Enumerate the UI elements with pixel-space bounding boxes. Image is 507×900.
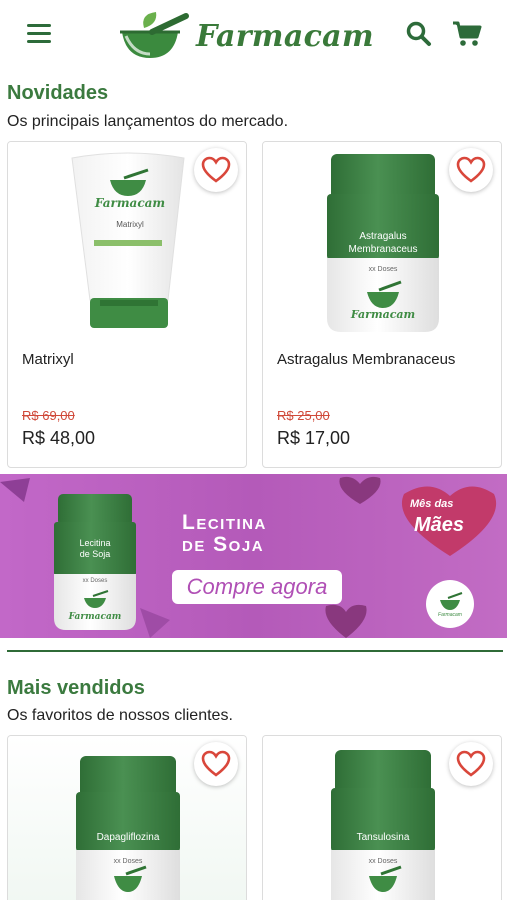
- heart-icon: [456, 156, 486, 183]
- jar-label-line2: de Soja: [79, 549, 111, 559]
- product-label-name: Tansulosina: [356, 832, 410, 843]
- promo-banner[interactable]: Lecitina de Soja xx Doses Farmacam Lecit…: [0, 474, 507, 638]
- section-subtitle-novidades: Os principais lançamentos do mercado.: [7, 113, 289, 130]
- product-label-name: Matrixyl: [116, 220, 144, 229]
- favorite-button[interactable]: [194, 742, 238, 786]
- banner-title-line2: de Soja: [182, 533, 265, 556]
- banner-product-jar: Lecitina de Soja xx Doses Farmacam: [52, 494, 138, 632]
- product-price: R$ 17,00: [277, 428, 351, 448]
- product-label-doses: xx Doses: [368, 858, 398, 865]
- favorite-button[interactable]: [449, 742, 493, 786]
- banner-cta-button[interactable]: Compre agora: [172, 570, 342, 604]
- brand-name: Farmacam: [196, 18, 374, 54]
- header: Farmacam: [0, 0, 507, 72]
- product-card[interactable]: Astragalus Membranaceus xx Doses Farmaca…: [262, 141, 502, 468]
- product-card[interactable]: Tansulosina xx Doses: [262, 735, 502, 900]
- corner-brand: Farmacam: [438, 612, 462, 618]
- mortar-logo-icon: [120, 12, 189, 58]
- section-title-mais-vendidos: Mais vendidos: [7, 677, 145, 699]
- section-title-novidades: Novidades: [7, 82, 109, 104]
- product-price: R$ 48,00: [22, 428, 96, 448]
- heart-icon: [456, 750, 486, 777]
- logo[interactable]: Farmacam: [116, 8, 396, 64]
- menu-icon[interactable]: [27, 24, 51, 44]
- badge-line2: Mães: [414, 514, 465, 536]
- product-label-line2: Membranaceus: [348, 244, 418, 255]
- product-name[interactable]: Matrixyl: [22, 350, 232, 370]
- product-label-brand: Farmacam: [94, 196, 166, 210]
- product-label-brand: Farmacam: [350, 308, 416, 321]
- section-subtitle-mais-vendidos: Os favoritos de nossos clientes.: [7, 707, 233, 724]
- product-label-doses: xx Doses: [113, 858, 143, 865]
- jar-label-brand: Farmacam: [68, 612, 122, 622]
- banner-title-line1: Lecitina: [182, 511, 267, 534]
- product-old-price: R$ 25,00: [277, 408, 330, 423]
- section-divider: [7, 650, 503, 652]
- product-card[interactable]: Farmacam Matrixyl Matrixyl R$ 69,00 R$ 4…: [7, 141, 247, 468]
- product-label-line1: Astragalus: [359, 231, 407, 242]
- product-name[interactable]: Astragalus Membranaceus: [277, 350, 487, 370]
- badge-line1: Mês das: [410, 498, 454, 510]
- product-old-price: R$ 69,00: [22, 408, 75, 423]
- product-label-doses: xx Doses: [368, 266, 398, 273]
- product-label-name: Dapagliflozina: [96, 832, 160, 843]
- banner-title: Lecitina de Soja: [182, 512, 267, 556]
- heart-icon: [201, 156, 231, 183]
- product-card[interactable]: Dapagliflozina xx Doses: [7, 735, 247, 900]
- favorite-button[interactable]: [449, 148, 493, 192]
- cart-icon[interactable]: [452, 20, 482, 48]
- search-icon[interactable]: [405, 20, 433, 48]
- jar-label-line1: Lecitina: [79, 538, 111, 548]
- heart-icon: [201, 750, 231, 777]
- favorite-button[interactable]: [194, 148, 238, 192]
- jar-label-doses: xx Doses: [82, 578, 108, 584]
